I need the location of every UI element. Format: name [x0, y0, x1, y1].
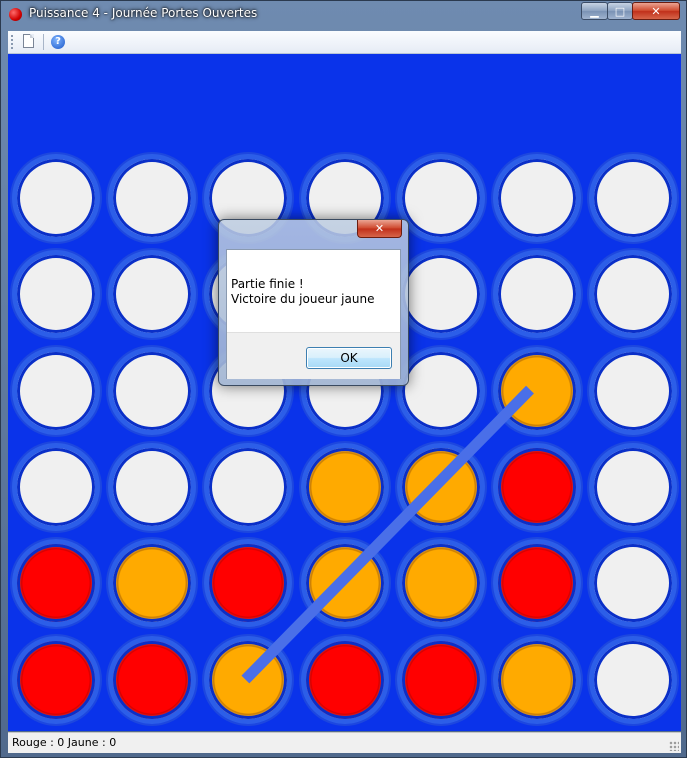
resize-grip-icon[interactable] [669, 741, 679, 751]
red-disc-icon [9, 8, 22, 21]
game-over-dialog: ✕ Partie finie ! Victoire du joueur jaun… [218, 219, 409, 386]
new-document-icon [23, 34, 34, 48]
window-title: Puissance 4 - Journée Portes Ouvertes [29, 6, 258, 20]
dialog-message: Partie finie ! Victoire du joueur jaune [231, 277, 374, 307]
new-game-button[interactable] [20, 33, 38, 51]
score-label: Rouge : 0 Jaune : 0 [12, 736, 117, 749]
title-bar[interactable]: Puissance 4 - Journée Portes Ouvertes ▁ … [1, 1, 686, 27]
status-bar: Rouge : 0 Jaune : 0 [8, 732, 681, 753]
ok-button[interactable]: OK [306, 347, 392, 369]
dialog-message-line1: Partie finie ! [231, 277, 304, 291]
dialog-body: Partie finie ! Victoire du joueur jaune … [226, 249, 401, 379]
toolbar-grip-icon[interactable] [11, 35, 13, 49]
help-button[interactable]: ? [49, 33, 67, 51]
dialog-close-button[interactable]: ✕ [357, 220, 402, 238]
winning-line [241, 385, 534, 684]
close-button[interactable]: ✕ [632, 2, 680, 20]
toolbar: ? [8, 31, 681, 54]
toolbar-separator [43, 34, 44, 50]
dialog-message-line2: Victoire du joueur jaune [231, 292, 375, 306]
maximize-button[interactable]: □ [607, 2, 633, 20]
winning-line-layer [241, 385, 534, 684]
dialog-footer: OK [227, 332, 400, 379]
game-board[interactable] [8, 54, 681, 731]
minimize-button[interactable]: ▁ [581, 2, 608, 20]
help-icon: ? [51, 35, 65, 49]
